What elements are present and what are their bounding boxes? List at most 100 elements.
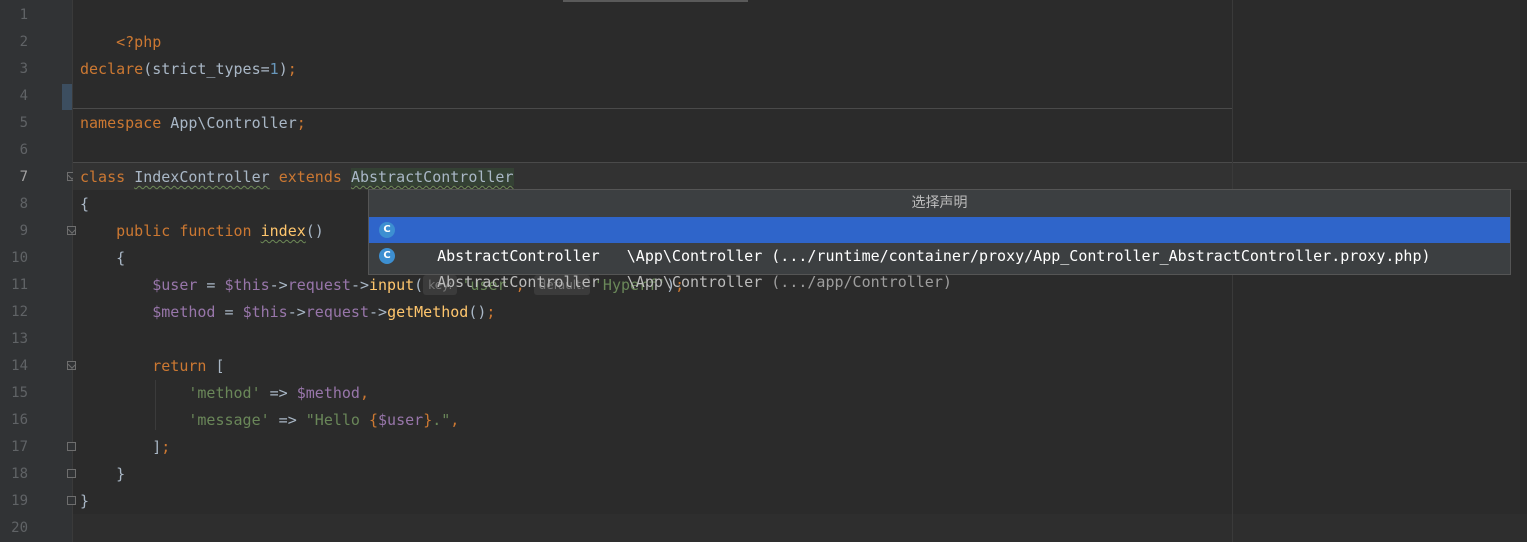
class-keyword: class — [80, 168, 126, 186]
code-line-9: public function index() — [80, 218, 324, 245]
line-number: 3 — [19, 61, 28, 77]
string-literal: "Hello — [305, 411, 369, 429]
assign: = — [215, 303, 243, 321]
declaration-option-proxy[interactable]: C AbstractController \App\Controller (...… — [369, 217, 1510, 265]
assign: = — [197, 276, 225, 294]
double-arrow: => — [269, 411, 306, 429]
line-number: 9 — [19, 223, 28, 239]
brace: { — [80, 195, 90, 213]
line-number: 1 — [19, 7, 28, 23]
comma: , — [450, 411, 460, 429]
popup-title: 选择声明 — [911, 195, 968, 211]
semicolon: ; — [296, 114, 306, 132]
function-keyword: function — [179, 222, 252, 240]
declare-keyword: declare — [80, 60, 144, 78]
line-number: 11 — [11, 277, 28, 293]
namespace-keyword: namespace — [80, 114, 162, 132]
code-line-7: class IndexController extends AbstractCo… — [80, 164, 514, 191]
line-number: 4 — [19, 88, 28, 104]
choose-declaration-popup[interactable]: 选择声明 C AbstractController \App\Controller… — [368, 189, 1511, 291]
empty-line-band — [73, 514, 1527, 542]
code-line-17: ]; — [80, 434, 170, 461]
arrow: -> — [269, 276, 288, 294]
bracket: [ — [206, 357, 225, 375]
code-line-19: } — [80, 488, 89, 515]
class-icon: C — [379, 248, 395, 264]
this-variable: $this — [242, 303, 288, 321]
code-line-16: 'message' => "Hello {$user}.", — [80, 407, 459, 434]
class-icon: C — [379, 222, 395, 238]
line-number: 15 — [11, 385, 28, 401]
line-number: 10 — [11, 250, 28, 266]
arrow: -> — [350, 276, 369, 294]
line-number: 13 — [11, 331, 28, 347]
public-keyword: public — [116, 222, 171, 240]
arrow: -> — [369, 303, 388, 321]
parent-class-reference[interactable]: AbstractController — [350, 168, 514, 186]
comma: , — [359, 384, 369, 402]
variable: $method — [296, 384, 360, 402]
code-line-1: <?php — [80, 2, 161, 51]
property: request — [305, 303, 369, 321]
line-number: 20 — [11, 520, 28, 536]
interpolation-brace: } — [423, 411, 433, 429]
line-number: 18 — [11, 466, 28, 482]
declare-arg: strict_types= — [152, 60, 270, 78]
option-namespace: \App\Controller — [626, 273, 763, 291]
extends-keyword: extends — [278, 168, 342, 186]
paren: ( — [143, 60, 153, 78]
declaration-option-app[interactable]: C AbstractController \App\Controller (...… — [369, 243, 1510, 291]
code-line-5: namespace App\Controller; — [80, 110, 306, 137]
code-line-8: { — [80, 191, 89, 218]
parens: () — [468, 303, 487, 321]
line-number: 2 — [19, 34, 28, 50]
change-marker[interactable] — [62, 84, 72, 110]
semicolon: ; — [287, 60, 297, 78]
line-number: 17 — [11, 439, 28, 455]
option-path: (.../app/Controller) — [771, 273, 952, 291]
line-number: 16 — [11, 412, 28, 428]
method-separator — [73, 108, 1232, 109]
interpolated-variable: $user — [378, 411, 424, 429]
code-line-14: return [ — [80, 353, 225, 380]
parens: () — [305, 222, 324, 240]
double-arrow: => — [260, 384, 297, 402]
string-literal: ." — [432, 411, 451, 429]
semicolon: ; — [161, 438, 171, 456]
line-number: 12 — [11, 304, 28, 320]
semicolon: ; — [486, 303, 496, 321]
method-call: getMethod — [387, 303, 469, 321]
line-number: 8 — [19, 196, 28, 212]
code-line-10: { — [80, 245, 125, 272]
variable: $user — [152, 276, 198, 294]
option-class-name: AbstractController — [437, 273, 600, 291]
function-name[interactable]: index — [261, 222, 306, 240]
code-line-3: declare(strict_types=1); — [80, 56, 297, 83]
property: request — [287, 276, 351, 294]
line-number-gutter[interactable]: 1 2 3 4 5 6 7 8 9 10 11 12 13 14 15 16 1… — [0, 0, 76, 542]
line-number: 5 — [19, 115, 28, 131]
php-open-tag: <?php — [116, 33, 162, 51]
scroll-indicator — [563, 0, 748, 2]
line-number: 19 — [11, 493, 28, 509]
return-keyword: return — [152, 357, 207, 375]
array-key: 'message' — [188, 411, 270, 429]
brace: } — [80, 492, 90, 510]
line-number: 6 — [19, 142, 28, 158]
code-line-12: $method = $this->request->getMethod(); — [80, 299, 495, 326]
number-literal: 1 — [269, 60, 279, 78]
code-line-15: 'method' => $method, — [80, 380, 369, 407]
brace: { — [116, 249, 126, 267]
array-key: 'method' — [188, 384, 261, 402]
line-number: 14 — [11, 358, 28, 374]
brace: } — [116, 465, 126, 483]
paren: ) — [278, 60, 288, 78]
variable: $method — [152, 303, 216, 321]
method-separator — [73, 162, 1527, 163]
arrow: -> — [287, 303, 306, 321]
interpolation-brace: { — [369, 411, 379, 429]
line-number-active: 7 — [19, 169, 28, 185]
class-name[interactable]: IndexController — [134, 168, 269, 186]
namespace-name: App\Controller — [161, 114, 297, 132]
this-variable: $this — [224, 276, 270, 294]
